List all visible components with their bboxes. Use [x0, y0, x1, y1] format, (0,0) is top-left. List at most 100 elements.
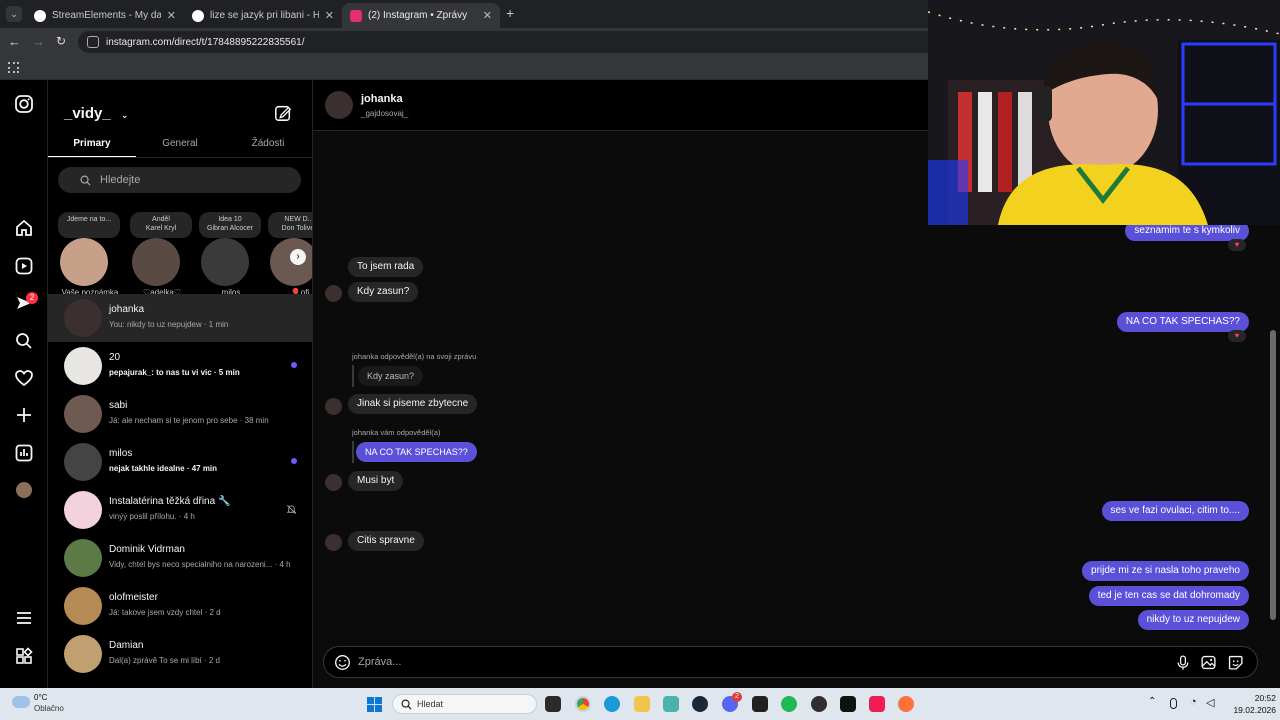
chat-scrollbar[interactable]: [1270, 220, 1276, 635]
home-icon[interactable]: [14, 218, 34, 238]
avatar: [64, 443, 102, 481]
forward-icon[interactable]: →: [32, 34, 45, 49]
conversation-item[interactable]: johanka You: nikdy to uz nepujdew · 1 mi…: [48, 294, 312, 342]
message-outgoing[interactable]: ted je ten cas se dat dohromady: [1088, 586, 1249, 606]
note-own[interactable]: Jdeme na to... Vaše poznámka: [52, 212, 120, 297]
address-bar[interactable]: instagram.com/direct/t/17848895222835561…: [78, 31, 938, 53]
muted-bell-icon: [286, 505, 297, 514]
windows-logo-icon: [367, 697, 382, 712]
start-button[interactable]: [367, 697, 382, 712]
contact-avatar[interactable]: [325, 91, 353, 119]
obs-icon[interactable]: [811, 696, 827, 712]
message-incoming[interactable]: To jsem rada: [348, 257, 424, 277]
heart-reaction-icon[interactable]: ♥: [1228, 330, 1246, 342]
note-bubble: NEW D... Don Toliver: [268, 212, 312, 238]
quoted-message[interactable]: NA CO TAK SPECHAS??: [356, 442, 477, 462]
tab-requests[interactable]: Žádosti: [224, 138, 312, 149]
close-tab-icon[interactable]: ✕: [325, 9, 334, 22]
conversation-item[interactable]: Instalatérina těžká dřina 🔧 vinýý poslil…: [48, 486, 312, 534]
weather-widget[interactable]: 0°C Oblačno: [10, 692, 100, 716]
scrollbar-thumb[interactable]: [1270, 330, 1276, 620]
spotify-icon[interactable]: [781, 696, 797, 712]
sticker-icon[interactable]: [1227, 654, 1244, 671]
note-adelka[interactable]: Anděl Karel Kryl ♡adelka♡: [124, 212, 192, 297]
browser-tab-instagram[interactable]: (2) Instagram • Zprávy ✕: [342, 3, 500, 28]
back-icon[interactable]: ←: [8, 34, 21, 49]
sender-avatar: [325, 474, 342, 491]
task-view-icon[interactable]: [545, 696, 561, 712]
heart-reaction-icon[interactable]: ♥: [1228, 239, 1246, 251]
emoji-icon[interactable]: [334, 654, 351, 671]
streamelements-icon: [34, 9, 46, 22]
image-icon[interactable]: [1200, 654, 1217, 671]
message-outgoing[interactable]: NA CO TAK SPECHAS??: [1116, 312, 1249, 332]
nav-rail: 2: [0, 80, 48, 688]
quoted-message[interactable]: Kdy zasun?: [358, 366, 424, 386]
close-tab-icon[interactable]: ✕: [167, 9, 176, 22]
contact-name[interactable]: johanka: [361, 93, 403, 105]
profile-avatar[interactable]: [16, 482, 32, 498]
tray-chevron-icon[interactable]: ⌃: [1148, 696, 1156, 707]
clock-time[interactable]: 20:52: [1220, 693, 1276, 703]
inbox-sidebar: _vidy_ ⌄ Primary General Žádosti Hledejt…: [48, 80, 313, 688]
apps-grid-icon[interactable]: [8, 62, 19, 73]
message-incoming[interactable]: Musi byt: [348, 471, 404, 491]
wifi-icon[interactable]: ◔: [1190, 696, 1197, 708]
account-username[interactable]: _vidy_ ⌄: [64, 105, 128, 122]
steam-icon[interactable]: [692, 696, 708, 712]
message-outgoing[interactable]: nikdy to uz nepujdew: [1137, 610, 1249, 630]
inbox-tabs: Primary General Žádosti: [48, 132, 312, 158]
microphone-icon[interactable]: [1175, 654, 1191, 671]
volume-icon[interactable]: ◁: [1206, 696, 1214, 709]
message-incoming[interactable]: Kdy zasun?: [348, 282, 419, 302]
conversation-item[interactable]: sabi Já: ale necham si te jenom pro sebe…: [48, 390, 312, 438]
site-info-icon[interactable]: [87, 36, 99, 48]
sender-avatar: [325, 285, 342, 302]
search-icon[interactable]: [14, 331, 34, 351]
reload-icon[interactable]: ↻: [56, 34, 66, 48]
menu-icon[interactable]: [14, 608, 34, 628]
active-tab-indicator: [48, 156, 136, 157]
browser-tab-google[interactable]: lize se jazyk pri libani - Hledat Google…: [184, 3, 342, 28]
capcut-icon[interactable]: [840, 696, 856, 712]
close-tab-icon[interactable]: ✕: [483, 9, 492, 22]
taskbar-search[interactable]: Hledat: [392, 694, 537, 714]
conversation-item[interactable]: 20 pepajurak_: to nas tu vi vic · 5 min: [48, 342, 312, 390]
notepad-icon[interactable]: [663, 696, 679, 712]
avatar: [64, 491, 102, 529]
message-incoming[interactable]: Citis spravne: [348, 531, 424, 551]
create-plus-icon[interactable]: [14, 405, 34, 425]
reply-label: johanka vám odpověděl(a): [352, 428, 441, 437]
new-tab-button[interactable]: +: [506, 5, 514, 21]
edge-icon[interactable]: [604, 696, 620, 712]
instagram-logo-icon[interactable]: [14, 94, 34, 114]
message-outgoing[interactable]: prijde mi ze si nasla toho praveho: [1082, 561, 1249, 581]
search-input[interactable]: Hledejte: [58, 167, 301, 193]
conversation-item[interactable]: Damian Dal(a) zprávě To se mi líbí · 2 d: [48, 630, 312, 678]
dashboard-icon[interactable]: [14, 443, 34, 463]
message-outgoing[interactable]: ses ve fazi ovulaci, citim to....: [1101, 501, 1249, 521]
notes-next-arrow-icon[interactable]: ›: [290, 249, 306, 265]
reels-icon[interactable]: [14, 256, 34, 276]
notification-badge: 2: [26, 292, 38, 304]
browser-tab-streamelements[interactable]: StreamElements - My dashboard ✕: [26, 3, 184, 28]
also-from-meta-icon[interactable]: [14, 646, 34, 666]
tab-general[interactable]: General: [136, 138, 224, 149]
note-milos[interactable]: Idea 10 Gibran Alcocer milos: [193, 212, 261, 297]
file-explorer-icon[interactable]: [634, 696, 650, 712]
conversation-item[interactable]: Dominik Vidrman Vidy, chtel bys neco spe…: [48, 534, 312, 582]
tiktok-icon[interactable]: [869, 696, 885, 712]
conversation-item[interactable]: olofmeister Já: takove jsem vzdy chtel ·…: [48, 582, 312, 630]
chrome-icon[interactable]: [575, 696, 591, 712]
microphone-tray-icon[interactable]: [1170, 698, 1177, 709]
message-incoming[interactable]: Jinak si piseme zbytecne: [348, 394, 478, 414]
tab-primary[interactable]: Primary: [48, 138, 136, 149]
epic-games-icon[interactable]: [752, 696, 768, 712]
clock-date[interactable]: 19.02.2026: [1220, 705, 1276, 715]
heart-icon[interactable]: [14, 368, 34, 388]
message-input[interactable]: [358, 653, 1158, 671]
new-message-icon[interactable]: [274, 104, 292, 122]
tab-search-button[interactable]: ⌄: [6, 6, 22, 22]
conversation-item[interactable]: milos nejak takhle idealne · 47 min: [48, 438, 312, 486]
firefox-icon[interactable]: [898, 696, 914, 712]
